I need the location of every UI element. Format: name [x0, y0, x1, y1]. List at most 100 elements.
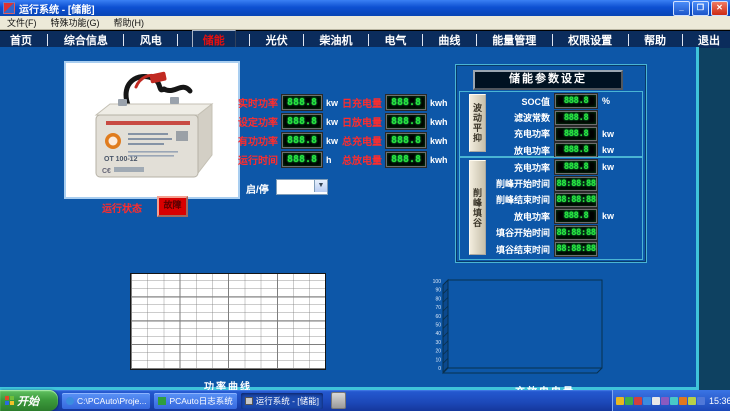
log-app-icon	[158, 397, 166, 405]
settings-row: 填谷结束时间 88:88:88	[488, 241, 622, 257]
run-app-icon	[245, 397, 253, 405]
nav-exit[interactable]: 退出	[696, 32, 722, 48]
led-display-peak-charge-power: 888.8	[555, 160, 597, 174]
metric-label: 日充电量	[338, 95, 382, 110]
app-icon	[3, 2, 15, 14]
nav-curves[interactable]: 曲线	[436, 32, 462, 48]
metric-row: 有功功率 888.8 kw	[234, 131, 352, 150]
settings-label: 填谷开始时间	[488, 226, 550, 239]
battery-graphic: OT 100-12 C€	[66, 63, 234, 193]
nav-diesel[interactable]: 柴油机	[318, 32, 355, 48]
restore-button[interactable]: ❐	[692, 1, 709, 16]
nav-separator	[422, 34, 423, 46]
led-display-valley-start-time: 88:88:88	[555, 226, 597, 240]
show-desktop-icon[interactable]	[331, 392, 346, 409]
led-display-daily-discharge: 888.8	[386, 114, 426, 129]
taskbar: 开始 C:\PCAuto\Proje... PCAuto日志系统 运行系统 - …	[0, 390, 730, 411]
settings-row: 放电功率 888.8 kw	[488, 208, 622, 224]
tray-icon[interactable]	[652, 397, 660, 405]
nav-separator	[177, 34, 178, 46]
nav-energy-management[interactable]: 能量管理	[490, 32, 538, 48]
led-display-daily-charge: 888.8	[386, 95, 426, 110]
tray-icon[interactable]	[643, 397, 651, 405]
led-display-realtime-power: 888.8	[282, 95, 322, 110]
settings-row: 滤波常数 888.8	[488, 109, 622, 125]
nav-home[interactable]: 首页	[8, 32, 34, 48]
start-stop-select[interactable]: ▼	[276, 179, 328, 195]
charge-discharge-chart: 100 90 80 70 60 50 40 30 20 10 0	[432, 277, 658, 381]
y-tick: 30	[435, 340, 441, 346]
taskbar-task-explorer[interactable]: C:\PCAuto\Proje...	[62, 393, 150, 409]
tray-icon[interactable]	[679, 397, 687, 405]
led-display-soc: 888.8	[555, 94, 597, 108]
tray-icon[interactable]	[634, 397, 642, 405]
tray-icon[interactable]	[688, 397, 696, 405]
tray-icon[interactable]	[616, 397, 624, 405]
start-button[interactable]: 开始	[0, 390, 58, 411]
led-display-set-power: 888.8	[282, 114, 322, 129]
nav-separator	[476, 34, 477, 46]
settings-row: 充电功率 888.8 kw	[488, 159, 622, 175]
tray-icon[interactable]	[670, 397, 678, 405]
nav-electrical[interactable]: 电气	[382, 32, 408, 48]
run-status-indicator: 故障	[157, 196, 188, 217]
y-tick: 90	[435, 288, 441, 294]
nav-overview[interactable]: 综合信息	[62, 32, 110, 48]
settings-row: 充电功率 888.8 kw	[488, 126, 622, 142]
tray-icon[interactable]	[661, 397, 669, 405]
close-button[interactable]: ✕	[711, 1, 728, 16]
metric-row: 总放电量 888.8 kwh	[338, 150, 456, 169]
menu-file[interactable]: 文件(F)	[0, 16, 44, 29]
y-tick: 40	[435, 331, 441, 337]
group-side-label-fluctuation[interactable]: 波动平抑	[469, 94, 486, 152]
settings-label: 滤波常数	[488, 111, 550, 124]
metric-label: 日放电量	[338, 114, 382, 129]
start-stop-label: 启/停	[246, 181, 269, 196]
start-label: 开始	[17, 393, 39, 409]
nav-wind[interactable]: 风电	[138, 32, 164, 48]
led-display-discharge-power: 888.8	[555, 143, 597, 157]
windows-logo-icon	[5, 396, 14, 405]
metric-row: 设定功率 888.8 kw	[234, 112, 352, 131]
led-display-run-time: 888.8	[282, 152, 322, 167]
settings-unit: %	[602, 96, 622, 106]
y-tick: 60	[435, 314, 441, 320]
metric-row: 运行时间 888.8 h	[234, 150, 352, 169]
metric-label: 实时功率	[234, 95, 278, 110]
ie-icon	[66, 397, 74, 405]
svg-text:C€: C€	[102, 168, 111, 175]
chevron-down-icon[interactable]: ▼	[314, 180, 327, 192]
nav-separator	[368, 34, 369, 46]
task-label: C:\PCAuto\Proje...	[77, 396, 146, 406]
nav-help[interactable]: 帮助	[642, 32, 668, 48]
menu-help[interactable]: 帮助(H)	[107, 16, 152, 29]
nav-separator	[682, 34, 683, 46]
nav-pv[interactable]: 光伏	[264, 32, 290, 48]
y-tick: 100	[433, 279, 442, 285]
battery-image: OT 100-12 C€	[64, 61, 240, 199]
metric-row: 日充电量 888.8 kwh	[338, 93, 456, 112]
settings-row: 削峰结束时间 88:88:88	[488, 192, 622, 208]
nav-separator	[47, 34, 48, 46]
tray-icon[interactable]	[625, 397, 633, 405]
minimize-button[interactable]: _	[673, 1, 690, 16]
main-content: OT 100-12 C€ 运行状态 故障 实时功率 888.8 kw 设定功率 …	[0, 47, 699, 390]
nav-bar: 首页 综合信息 风电 储能 光伏 柴油机 电气 曲线 能量管理 权限设置 帮助 …	[0, 30, 730, 48]
group-side-label-peak-shaving[interactable]: 削峰填谷	[469, 160, 486, 255]
menu-bar: 文件(F) 特殊功能(G) 帮助(H)	[0, 16, 730, 30]
taskbar-clock: 15:36	[709, 396, 730, 406]
nav-separator	[303, 34, 304, 46]
menu-special-functions[interactable]: 特殊功能(G)	[44, 16, 107, 29]
taskbar-task-run-system[interactable]: 运行系统 - [储能]	[241, 393, 323, 409]
led-display-charge-power: 888.8	[555, 127, 597, 141]
taskbar-task-log-system[interactable]: PCAuto日志系统	[154, 393, 236, 409]
metric-label: 总放电量	[338, 152, 382, 167]
tray-icon[interactable]	[697, 397, 705, 405]
led-display-valley-discharge-power: 888.8	[555, 209, 597, 223]
settings-panel: 储能参数设定 波动平抑 SOC值 888.8 % 滤波常数 888.8	[455, 64, 647, 263]
nav-permissions[interactable]: 权限设置	[566, 32, 614, 48]
settings-label: 放电功率	[488, 144, 550, 157]
metric-row: 总充电量 888.8 kwh	[338, 131, 456, 150]
y-tick: 50	[435, 323, 441, 329]
settings-row: 削峰开始时间 88:88:88	[488, 175, 622, 191]
